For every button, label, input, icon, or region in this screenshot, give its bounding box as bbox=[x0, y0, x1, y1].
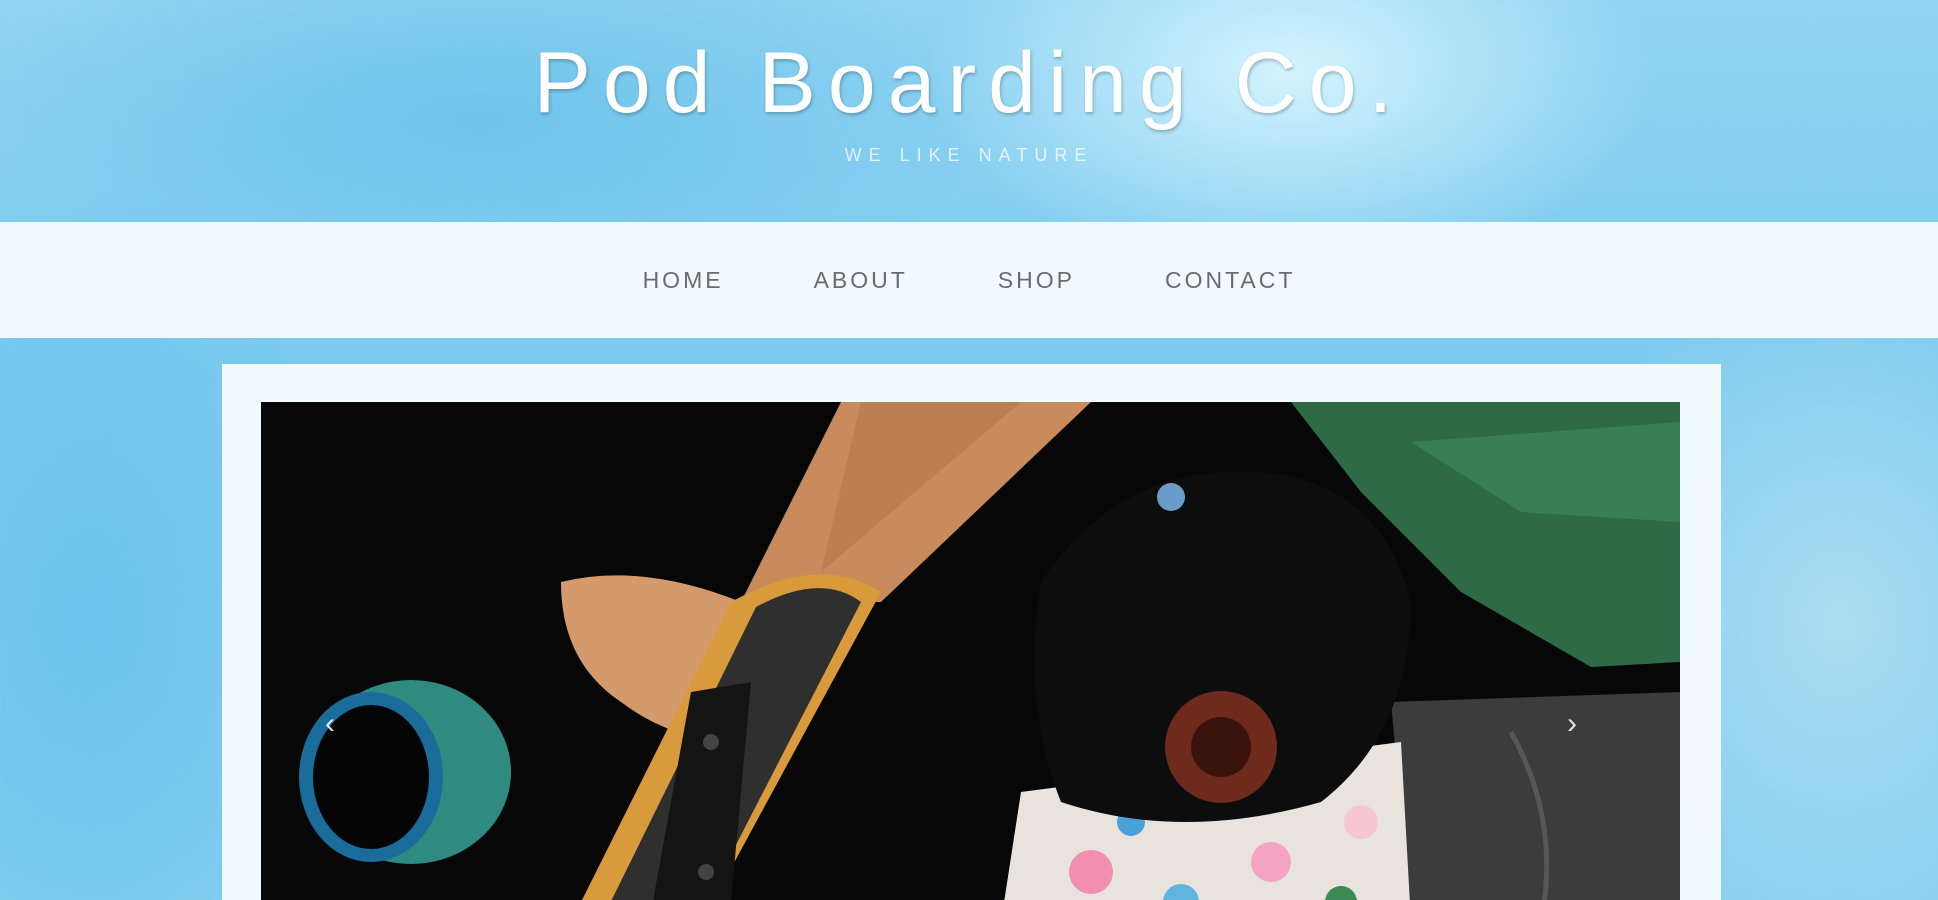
nav-item-contact[interactable]: CONTACT bbox=[1165, 267, 1295, 294]
skateboard-photo bbox=[261, 402, 1680, 900]
nav-item-home[interactable]: HOME bbox=[643, 267, 724, 294]
nav-item-shop[interactable]: SHOP bbox=[998, 267, 1075, 294]
site-header: Pod Boarding Co. WE LIKE NATURE bbox=[0, 0, 1938, 222]
site-tagline: WE LIKE NATURE bbox=[844, 145, 1094, 165]
nav-item-about[interactable]: ABOUT bbox=[814, 267, 908, 294]
slide-image bbox=[261, 402, 1680, 900]
site-title[interactable]: Pod Boarding Co. bbox=[0, 34, 1938, 133]
main-nav: HOME ABOUT SHOP CONTACT bbox=[0, 222, 1938, 338]
slider-prev-button[interactable]: ‹ bbox=[310, 699, 350, 749]
hero-slider: ‹ › bbox=[222, 364, 1721, 900]
slider-next-button[interactable]: › bbox=[1552, 699, 1592, 749]
